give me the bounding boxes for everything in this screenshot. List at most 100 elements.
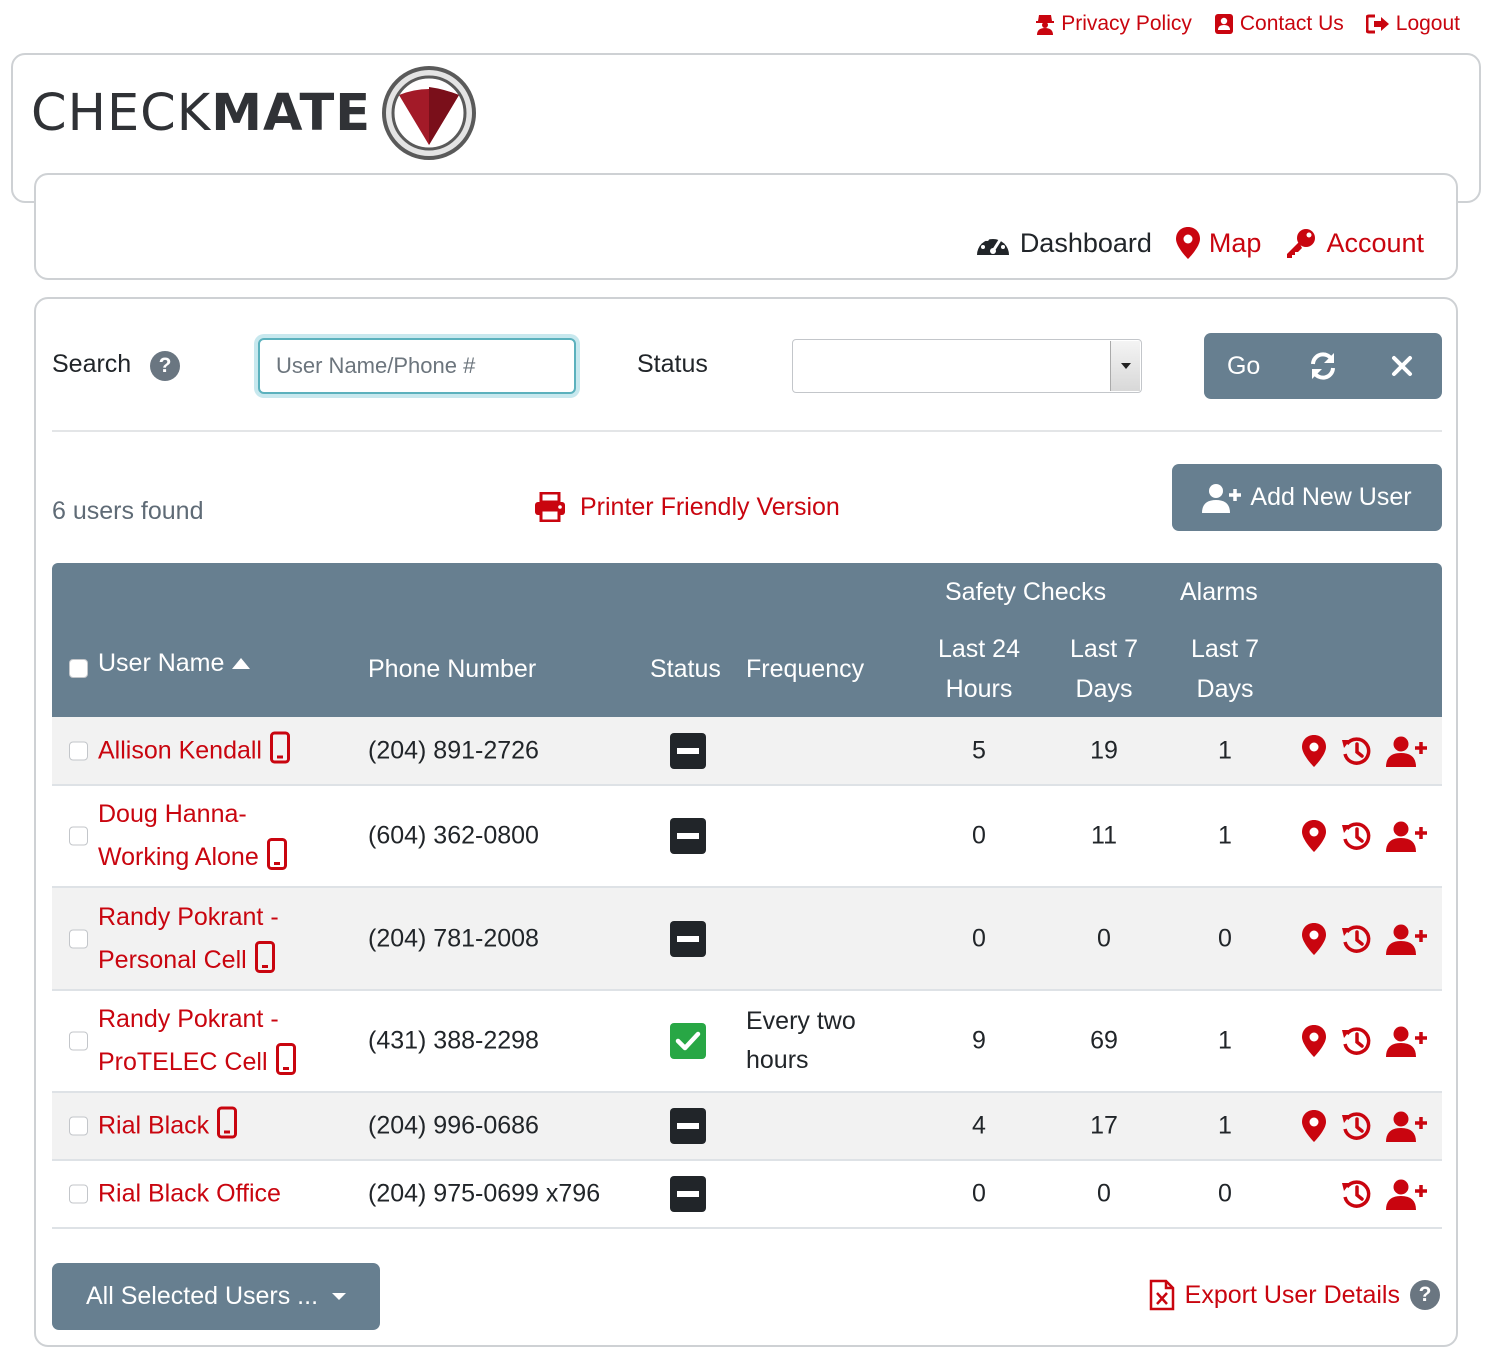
alarms-last-7d: 1 (1218, 1111, 1232, 1140)
user-name-link[interactable]: Allison Kendall (98, 729, 290, 772)
status-off-icon[interactable] (670, 920, 706, 957)
logo-text-bold: MATE (211, 83, 372, 143)
last-24-hours-line1: Last 24 (937, 635, 1020, 663)
checks-last-7d: 0 (1097, 1179, 1111, 1208)
checkmate-logo[interactable]: CHECKMATE (31, 65, 477, 161)
alarms-last-7d: 0 (1218, 924, 1232, 952)
user-name-line1: Rial Black (98, 1111, 210, 1140)
search-input[interactable] (258, 338, 576, 394)
map-marker-icon[interactable] (1302, 922, 1326, 956)
refresh-button[interactable] (1283, 333, 1362, 399)
top-links: Privacy Policy Contact Us Logout (1035, 12, 1460, 36)
map-marker-icon[interactable] (1302, 819, 1326, 853)
map-marker-icon[interactable] (1302, 1109, 1326, 1143)
chevron-down-icon[interactable] (1110, 341, 1140, 391)
status-off-icon[interactable] (670, 818, 706, 854)
row-checkbox[interactable] (69, 1116, 88, 1136)
main-nav: Dashboard Map Account (975, 227, 1424, 259)
checks-last-7d: 11 (1091, 821, 1117, 850)
table-row: Allison Kendall (204) 891-2726 5 19 1 (52, 717, 1442, 786)
nav-dashboard[interactable]: Dashboard (975, 227, 1152, 259)
map-marker-icon[interactable] (1302, 734, 1326, 768)
logout-link[interactable]: Logout (1365, 12, 1460, 36)
user-name-link[interactable]: Randy Pokrant - Personal Cell (98, 896, 279, 982)
printer-friendly-link[interactable]: Printer Friendly Version (534, 492, 840, 522)
alarms-last-7d: 1 (1218, 1026, 1232, 1055)
search-button-group: Go (1204, 333, 1442, 399)
go-button[interactable]: Go (1204, 333, 1283, 399)
user-plus-icon[interactable] (1386, 923, 1428, 955)
printer-friendly-label: Printer Friendly Version (580, 492, 840, 521)
status-off-icon[interactable] (670, 1108, 706, 1144)
export-help-icon[interactable]: ? (1410, 1280, 1440, 1310)
search-help-icon[interactable]: ? (150, 351, 180, 381)
checks-last-7d: 69 (1090, 1026, 1118, 1055)
contact-us-link[interactable]: Contact Us (1214, 12, 1344, 36)
user-plus-icon[interactable] (1386, 735, 1428, 767)
clear-button[interactable] (1363, 333, 1442, 399)
nav-account[interactable]: Account (1285, 227, 1424, 259)
user-secret-icon (1035, 13, 1055, 35)
row-actions (1302, 922, 1428, 956)
nav-dashboard-label: Dashboard (1019, 227, 1152, 258)
divider (52, 430, 1442, 432)
user-plus-icon (1202, 483, 1242, 513)
table-row: Rial Black Office (204) 975-0699 x796 0 0 0 (52, 1161, 1442, 1229)
user-name-line1: Allison Kendall (98, 736, 262, 764)
user-plus-icon[interactable] (1386, 1178, 1428, 1210)
nav-map-label: Map (1208, 227, 1262, 258)
alarms-header: Alarms (1180, 578, 1258, 606)
alarms-last-7d: 1 (1218, 736, 1232, 764)
user-name-line1: Randy Pokrant - (98, 902, 279, 931)
user-name-link[interactable]: Rial Black Office (98, 1173, 281, 1216)
user-name-column-header[interactable]: User Name (98, 649, 251, 678)
row-checkbox[interactable] (69, 1031, 88, 1051)
user-name-line1: Rial Black Office (98, 1179, 281, 1208)
history-icon[interactable] (1340, 923, 1372, 955)
sort-up-icon (232, 658, 251, 669)
user-name-link[interactable]: Randy Pokrant - ProTELEC Cell (98, 998, 296, 1084)
row-checkbox[interactable] (69, 741, 88, 760)
frequency-column-header: Frequency (746, 655, 865, 683)
phone-number: (204) 781-2008 (368, 924, 539, 952)
select-all-checkbox[interactable] (69, 659, 88, 678)
last-24-hours-line2: Hours (945, 675, 1013, 703)
checks-last-24h: 0 (972, 1179, 986, 1208)
row-checkbox[interactable] (69, 929, 88, 948)
table-row: Rial Black (204) 996-0686 4 17 1 (52, 1093, 1442, 1161)
search-bar: Search ? Status Go (52, 333, 1442, 399)
user-name-link[interactable]: Doug Hanna- Working Alone (98, 793, 287, 879)
history-icon[interactable] (1340, 1025, 1372, 1057)
alarms-last-7d: 0 (1218, 1179, 1232, 1208)
history-icon[interactable] (1340, 1110, 1372, 1142)
caret-down-icon (332, 1293, 347, 1300)
history-icon[interactable] (1340, 820, 1372, 852)
row-checkbox[interactable] (69, 826, 88, 846)
last-7-days-line1: Last 7 (1069, 635, 1139, 663)
all-selected-users-dropdown[interactable]: All Selected Users ... (52, 1263, 380, 1330)
row-checkbox[interactable] (69, 1184, 88, 1204)
frequency-line2: hours (746, 1046, 809, 1074)
export-user-details-link[interactable]: Export User Details ? (1149, 1279, 1440, 1311)
history-icon[interactable] (1340, 1178, 1372, 1210)
user-plus-icon[interactable] (1386, 820, 1428, 852)
mobile-phone-icon (217, 1106, 238, 1139)
user-plus-icon[interactable] (1386, 1110, 1428, 1142)
privacy-policy-link[interactable]: Privacy Policy (1035, 12, 1192, 36)
history-icon[interactable] (1340, 735, 1372, 767)
phone-number: (204) 975-0699 x796 (368, 1179, 601, 1208)
mobile-phone-icon (254, 940, 275, 973)
status-on-check-icon[interactable] (670, 1023, 706, 1059)
status-select[interactable] (792, 339, 1142, 393)
user-name-link[interactable]: Rial Black (98, 1105, 238, 1148)
status-label: Status (637, 350, 708, 378)
add-new-user-button[interactable]: Add New User (1172, 464, 1442, 531)
user-plus-icon[interactable] (1386, 1025, 1428, 1057)
status-off-icon[interactable] (670, 732, 706, 769)
map-marker-icon[interactable] (1302, 1024, 1326, 1058)
table-row: Randy Pokrant - Personal Cell (204) 781-20… (52, 888, 1442, 991)
frequency: Every two hours (746, 1002, 856, 1080)
status-off-icon[interactable] (670, 1176, 706, 1212)
frequency-line1: Every two (746, 1007, 856, 1035)
nav-map[interactable]: Map (1175, 227, 1262, 259)
